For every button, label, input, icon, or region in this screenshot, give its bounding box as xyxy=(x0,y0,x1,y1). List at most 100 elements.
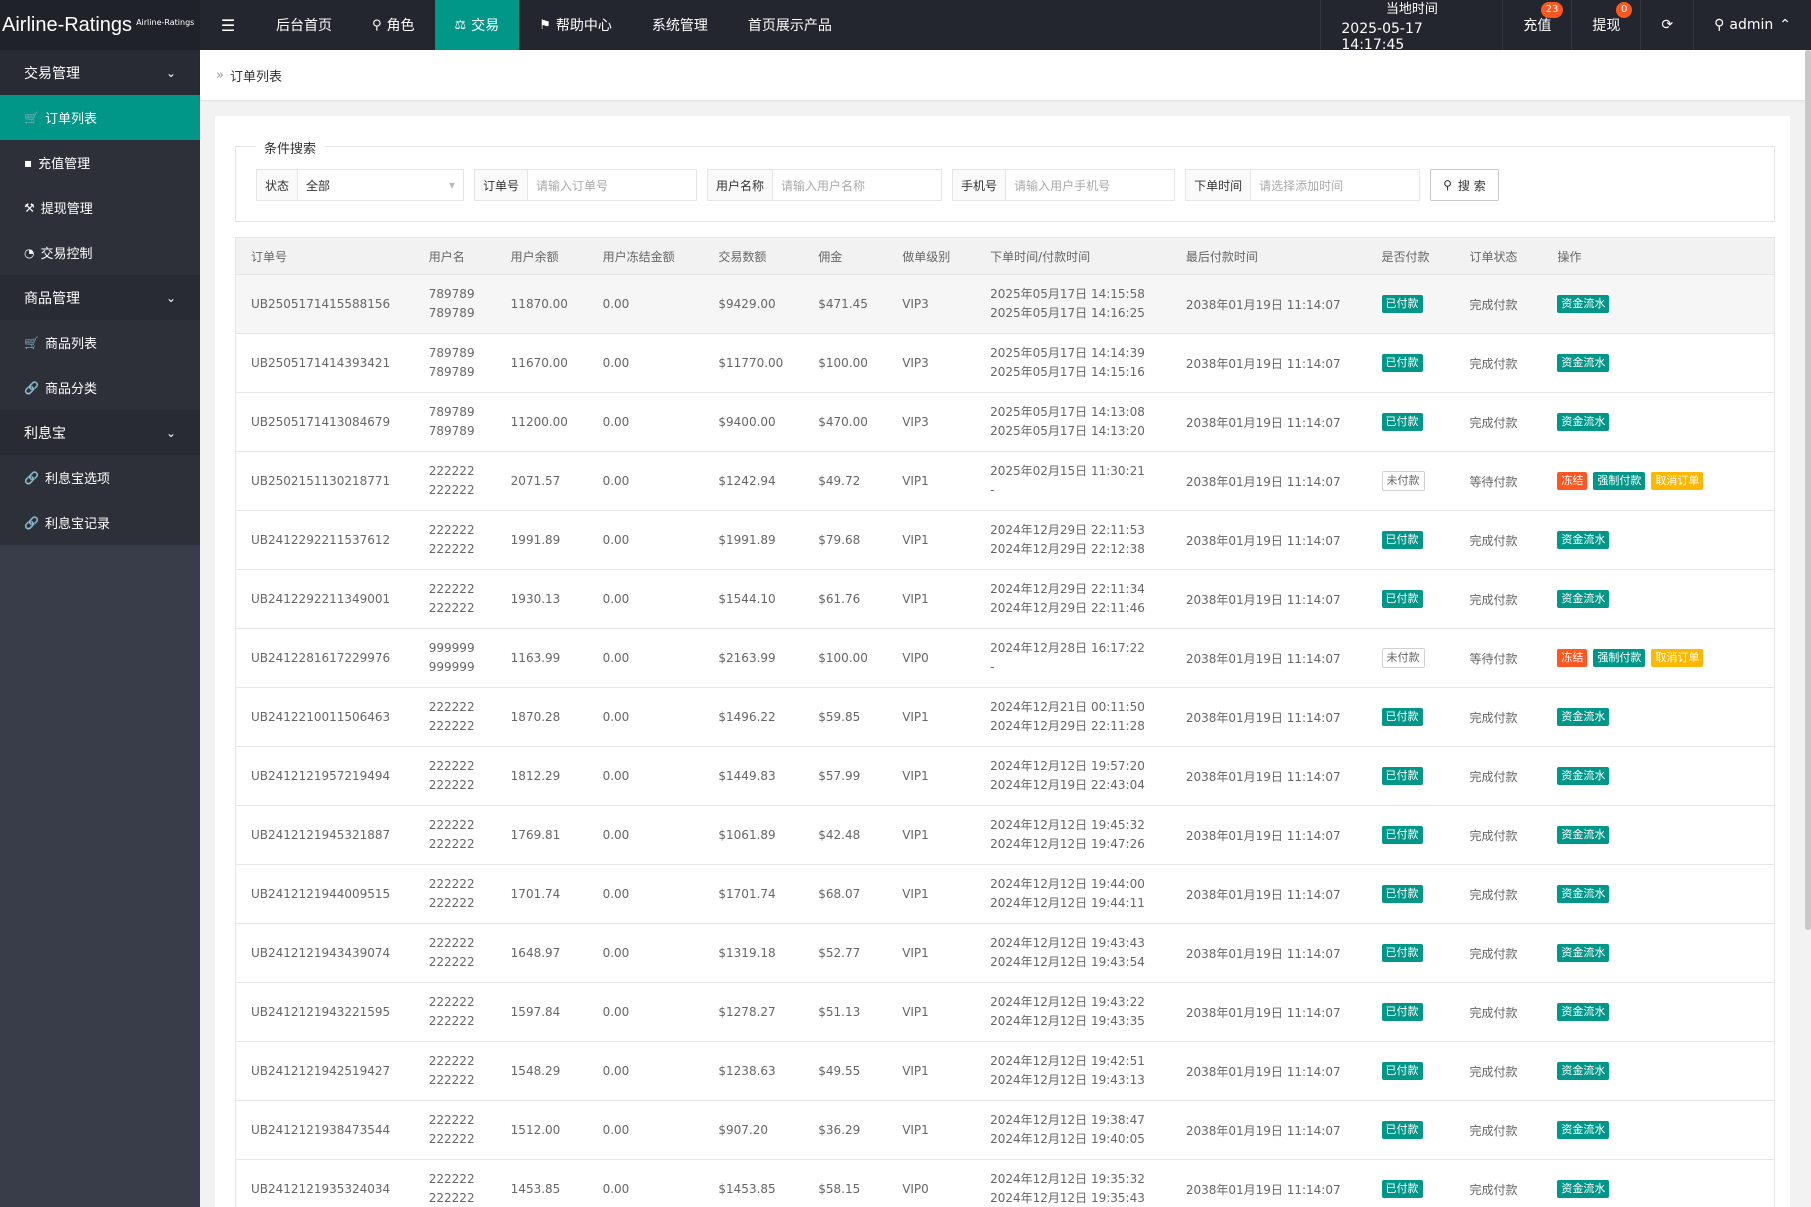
page-scrollbar[interactable] xyxy=(1805,50,1811,930)
order-status: 完成付款 xyxy=(1469,592,1518,607)
fund-flow-button[interactable]: 资金流水 xyxy=(1557,944,1610,962)
paid-badge: 已付款 xyxy=(1381,885,1423,903)
force-pay-button[interactable]: 强制付款 xyxy=(1593,472,1646,490)
last-pay-time: 2038年01月19日 11:14:07 xyxy=(1185,1182,1341,1197)
sidebar-item-interest-options[interactable]: 🔗 利息宝选项 xyxy=(0,455,200,500)
flag-icon: ⚑ xyxy=(539,17,551,33)
username-cell: 222222 222222 xyxy=(428,818,475,851)
user-balance: 1812.29 xyxy=(510,769,561,783)
fund-flow-button[interactable]: 资金流水 xyxy=(1557,1180,1610,1198)
row-actions: 资金流水 xyxy=(1542,413,1774,431)
fund-flow-button[interactable]: 资金流水 xyxy=(1557,885,1610,903)
nav-help[interactable]: ⚑ 帮助中心 xyxy=(519,0,632,50)
sidebar-item-withdraw[interactable]: ⚒ 提现管理 xyxy=(0,185,200,230)
refresh-icon[interactable]: ⟳ xyxy=(1640,0,1693,50)
row-actions: 资金流水 xyxy=(1542,708,1774,726)
top-nav: ☰ 后台首页 ⚲ 角色 ⚖ 交易 ⚑ 帮助中心 系统管理 首页展示产品 xyxy=(200,0,852,50)
last-pay-time: 2038年01月19日 11:14:07 xyxy=(1185,415,1341,430)
order-status: 完成付款 xyxy=(1469,533,1518,548)
order-input[interactable]: 请输入订单号 xyxy=(528,170,696,200)
fund-flow-button[interactable]: 资金流水 xyxy=(1557,1121,1610,1139)
nav-system[interactable]: 系统管理 xyxy=(632,0,728,50)
withdraw-button[interactable]: 提现 0 xyxy=(1571,0,1640,50)
fund-flow-button[interactable]: 资金流水 xyxy=(1557,826,1610,844)
table-body: UB2505171415588156 789789 789789 11870.00… xyxy=(235,275,1775,1207)
order-status: 完成付款 xyxy=(1469,1182,1518,1197)
status-select[interactable]: 全部 ▾ xyxy=(298,170,463,200)
trade-amount: $1496.22 xyxy=(718,710,776,724)
last-pay-time: 2038年01月19日 11:14:07 xyxy=(1185,946,1341,961)
fund-flow-button[interactable]: 资金流水 xyxy=(1557,767,1610,785)
fund-flow-button[interactable]: 资金流水 xyxy=(1557,708,1610,726)
fund-flow-button[interactable]: 资金流水 xyxy=(1557,295,1610,313)
phone-input[interactable]: 请输入用户手机号 xyxy=(1006,170,1174,200)
app-logo[interactable]: Airline-Ratings Airline-Ratings xyxy=(0,0,200,50)
order-id: UB2412292211349001 xyxy=(251,592,391,606)
paid-status: 已付款 xyxy=(1367,354,1455,372)
nav-trade[interactable]: ⚖ 交易 xyxy=(434,0,520,50)
cancel-order-button[interactable]: 取消订单 xyxy=(1651,649,1704,667)
table-row: UB2412121943221595 222222 222222 1597.84 … xyxy=(235,983,1775,1042)
hamburger-icon[interactable]: ☰ xyxy=(200,0,256,50)
paid-status: 已付款 xyxy=(1367,944,1455,962)
search-fieldset: 条件搜索 状态 全部 ▾ 订单号 请输入订单号 用户名称 请输入用户名称 手机号… xyxy=(235,138,1775,222)
username-cell: 222222 222222 xyxy=(428,1172,475,1205)
fund-flow-button[interactable]: 资金流水 xyxy=(1557,354,1610,372)
username-input[interactable]: 请输入用户名称 xyxy=(773,170,941,200)
time-input[interactable]: 请选择添加时间 xyxy=(1251,170,1419,200)
force-pay-button[interactable]: 强制付款 xyxy=(1593,649,1646,667)
trade-amount: $1544.10 xyxy=(718,592,776,606)
order-times: 2024年12月12日 19:43:22 2024年12月12日 19:43:35 xyxy=(990,995,1145,1028)
commission: $51.13 xyxy=(818,1005,861,1019)
chevron-down-icon: ⌄ xyxy=(165,425,176,440)
order-times: 2025年05月17日 14:14:39 2025年05月17日 14:15:16 xyxy=(990,346,1145,379)
user-balance: 1163.99 xyxy=(510,651,561,665)
sidebar-item-trade-control[interactable]: ◔ 交易控制 xyxy=(0,230,200,275)
order-id: UB2412121943439074 xyxy=(251,946,391,960)
main-panel: 条件搜索 状态 全部 ▾ 订单号 请输入订单号 用户名称 请输入用户名称 手机号… xyxy=(215,116,1790,1207)
user-balance: 1597.84 xyxy=(510,1005,561,1019)
freeze-button[interactable]: 冻结 xyxy=(1557,649,1588,667)
commission: $470.00 xyxy=(818,415,868,429)
sidebar-item-orders[interactable]: 🛒 订单列表 xyxy=(0,95,200,140)
sidebar-item-interest-records[interactable]: 🔗 利息宝记录 xyxy=(0,500,200,545)
recharge-button[interactable]: 充值 23 xyxy=(1502,0,1571,50)
search-button[interactable]: ⚲ 搜 索 xyxy=(1430,169,1499,201)
nav-products[interactable]: 首页展示产品 xyxy=(728,0,852,50)
sidebar-group-goods[interactable]: 商品管理 ⌄ xyxy=(0,275,200,320)
last-pay-time: 2038年01月19日 11:14:07 xyxy=(1185,651,1341,666)
paid-badge: 已付款 xyxy=(1381,590,1423,608)
fund-flow-button[interactable]: 资金流水 xyxy=(1557,531,1610,549)
frozen-amount: 0.00 xyxy=(602,297,630,311)
user-balance: 1930.13 xyxy=(510,592,561,606)
order-id: UB2505171415588156 xyxy=(251,297,391,311)
last-pay-time: 2038年01月19日 11:14:07 xyxy=(1185,1123,1341,1138)
commission: $100.00 xyxy=(818,651,868,665)
order-times: 2024年12月29日 22:11:34 2024年12月29日 22:11:46 xyxy=(990,582,1145,615)
fund-flow-button[interactable]: 资金流水 xyxy=(1557,1062,1610,1080)
table-row: UB2412121938473544 222222 222222 1512.00 … xyxy=(235,1101,1775,1160)
caret-down-icon: ▾ xyxy=(448,178,456,192)
frozen-amount: 0.00 xyxy=(602,356,630,370)
sidebar-group-interest[interactable]: 利息宝 ⌄ xyxy=(0,410,200,455)
fund-flow-button[interactable]: 资金流水 xyxy=(1557,413,1610,431)
sidebar-item-goods-list[interactable]: 🛒 商品列表 xyxy=(0,320,200,365)
sidebar-item-recharge[interactable]: ▪ 充值管理 xyxy=(0,140,200,185)
fund-flow-button[interactable]: 资金流水 xyxy=(1557,590,1610,608)
cancel-order-button[interactable]: 取消订单 xyxy=(1651,472,1704,490)
sidebar-item-goods-category[interactable]: 🔗 商品分类 xyxy=(0,365,200,410)
trade-amount: $1319.18 xyxy=(718,946,776,960)
nav-role[interactable]: ⚲ 角色 xyxy=(352,0,435,50)
user-balance: 1512.00 xyxy=(510,1123,561,1137)
local-time-label: 当地时间 xyxy=(1385,1,1438,17)
order-status: 完成付款 xyxy=(1469,946,1518,961)
fund-flow-button[interactable]: 资金流水 xyxy=(1557,1003,1610,1021)
last-pay-time: 2038年01月19日 11:14:07 xyxy=(1185,533,1341,548)
time-filter: 下单时间 请选择添加时间 xyxy=(1185,169,1421,201)
freeze-button[interactable]: 冻结 xyxy=(1557,472,1588,490)
sidebar-group-trade[interactable]: 交易管理 ⌄ xyxy=(0,50,200,95)
nav-home[interactable]: 后台首页 xyxy=(256,0,352,50)
table-header: 订单号 用户名 用户余额 用户冻结金额 交易数额 佣金 做单级别 下单时间/付款… xyxy=(235,237,1775,275)
logo-title: Airline-Ratings xyxy=(2,13,133,36)
user-menu[interactable]: ⚲ admin ⌃ xyxy=(1693,0,1811,50)
